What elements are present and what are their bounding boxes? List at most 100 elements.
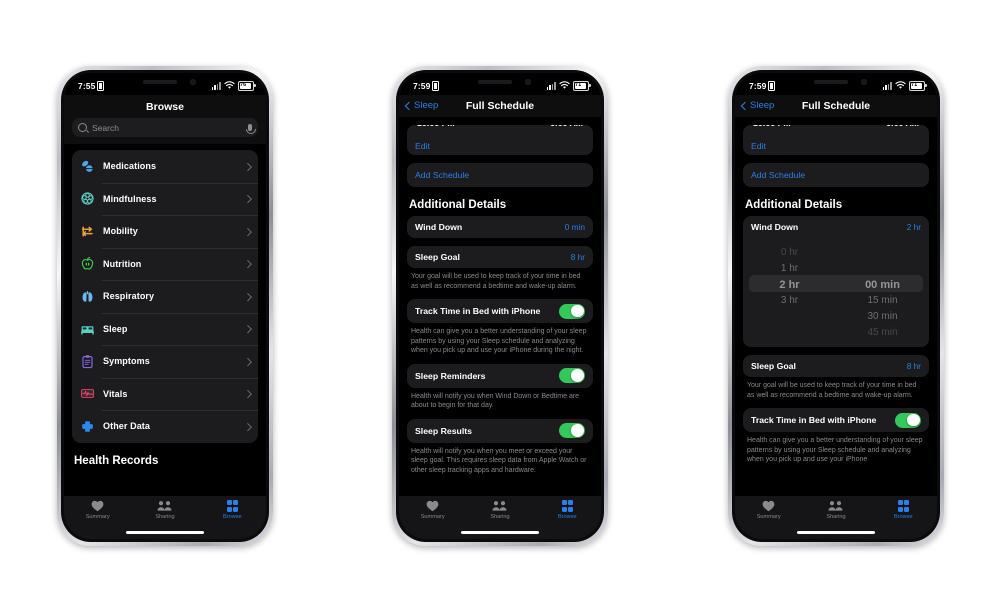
wifi-icon bbox=[224, 81, 235, 89]
schedule-scroll-area[interactable]: 10:00 PM 6:00 AM Edit Add Schedule Addit… bbox=[735, 125, 937, 500]
microphone-icon[interactable] bbox=[246, 124, 256, 134]
tab-sharing[interactable]: Sharing bbox=[466, 500, 533, 520]
tab-label: Browse bbox=[222, 513, 242, 520]
status-left: 7:59 bbox=[749, 80, 776, 91]
heart-icon bbox=[91, 500, 104, 512]
chevron-right-icon bbox=[243, 422, 252, 431]
tab-browse[interactable]: Browse bbox=[870, 500, 937, 520]
list-item-label: Vitals bbox=[103, 388, 128, 399]
heart-icon bbox=[426, 500, 439, 512]
nav-bar: Sleep Full Schedule bbox=[399, 95, 601, 117]
mindfulness-icon bbox=[80, 191, 95, 206]
picker-column-hours[interactable]: 0 hr 1 hr 2 hr 3 hr bbox=[743, 245, 836, 341]
list-item-medications[interactable]: Medications bbox=[72, 150, 258, 183]
picker-option bbox=[743, 325, 836, 341]
mobility-icon bbox=[80, 224, 95, 239]
sleep-results-row[interactable]: Sleep Results bbox=[407, 418, 593, 443]
page-title: Full Schedule bbox=[801, 100, 871, 112]
waketime-value: 6:00 AM bbox=[886, 125, 919, 128]
schedule-times-row-clipped[interactable]: 10:00 PM 6:00 AM bbox=[407, 125, 593, 134]
chevron-right-icon bbox=[243, 389, 252, 398]
picker-option[interactable]: 3 hr bbox=[743, 293, 836, 309]
track-time-row[interactable]: Track Time in Bed with iPhone bbox=[407, 299, 593, 323]
phone-bezel: 7:59 71 Sleep Full Schedule Edit Add Sch… bbox=[732, 70, 940, 542]
people-icon bbox=[157, 501, 172, 511]
phone-bezel: 7:59 71 Sleep Full Schedule Edit Add Sch… bbox=[396, 70, 604, 542]
list-item-label: Symptoms bbox=[103, 356, 150, 367]
sleep-goal-row[interactable]: Sleep Goal 8 hr bbox=[743, 355, 929, 377]
battery-charge-icon bbox=[768, 80, 776, 91]
cellular-signal-icon bbox=[546, 82, 556, 90]
list-item-nutrition[interactable]: Nutrition bbox=[72, 247, 258, 281]
track-time-footer: Health can give you a better understandi… bbox=[411, 328, 587, 354]
chevron-right-icon bbox=[243, 357, 252, 366]
people-icon bbox=[828, 501, 843, 511]
category-list: Medications Mindfulness Mobility Nutriti… bbox=[72, 150, 258, 443]
sleep-results-toggle[interactable] bbox=[559, 423, 585, 438]
search-input[interactable]: Search bbox=[72, 118, 258, 137]
picker-option[interactable]: 45 min bbox=[836, 325, 929, 341]
pills-icon bbox=[80, 159, 95, 174]
bed-icon bbox=[80, 321, 95, 336]
list-item-label: Respiratory bbox=[103, 291, 155, 302]
heartrate-icon bbox=[80, 386, 95, 401]
additional-details-header: Additional Details bbox=[409, 199, 507, 211]
list-item-label: Nutrition bbox=[103, 258, 142, 269]
picker-option[interactable]: 15 min bbox=[836, 293, 929, 309]
track-time-toggle[interactable] bbox=[895, 412, 921, 428]
tab-summary[interactable]: Summary bbox=[399, 500, 466, 520]
notch bbox=[788, 73, 884, 92]
page-title: Full Schedule bbox=[465, 100, 535, 112]
cellular-signal-icon bbox=[211, 82, 221, 90]
tab-sharing[interactable]: Sharing bbox=[131, 500, 198, 520]
sleep-goal-row[interactable]: Sleep Goal 8 hr bbox=[407, 246, 593, 268]
status-right: 71 bbox=[882, 80, 927, 91]
wind-down-row[interactable]: Wind Down 2 hr bbox=[743, 216, 929, 238]
add-schedule-label: Add Schedule bbox=[751, 170, 806, 180]
sleep-goal-footer: Your goal will be used to keep track of … bbox=[411, 273, 581, 290]
edit-button[interactable]: Edit bbox=[743, 134, 929, 155]
phone-screen: 7:55 76 Browse Search Medications Mindfu… bbox=[64, 73, 266, 539]
edit-button[interactable]: Edit bbox=[407, 134, 593, 155]
tab-browse[interactable]: Browse bbox=[534, 500, 601, 520]
waketime-value: 6:00 AM bbox=[550, 125, 583, 128]
phone-wind-down-picker: 7:59 71 Sleep Full Schedule Edit Add Sch… bbox=[728, 66, 944, 546]
picker-column-minutes[interactable]: 00 min 15 min 30 min 45 min bbox=[836, 245, 929, 341]
add-schedule-button[interactable]: Add Schedule bbox=[407, 163, 593, 187]
list-item-symptoms[interactable]: Symptoms bbox=[72, 345, 258, 378]
plus-cross-icon bbox=[80, 419, 95, 434]
picker-option[interactable]: 0 hr bbox=[743, 245, 836, 261]
sleep-reminders-row[interactable]: Sleep Reminders bbox=[407, 363, 593, 388]
track-time-row[interactable]: Track Time in Bed with iPhone bbox=[743, 408, 929, 432]
wind-down-row[interactable]: Wind Down 0 min bbox=[407, 216, 593, 238]
list-item-sleep[interactable]: Sleep bbox=[72, 312, 258, 346]
sleep-reminders-toggle[interactable] bbox=[559, 368, 585, 383]
track-time-toggle[interactable] bbox=[559, 303, 585, 319]
list-item-mobility[interactable]: Mobility bbox=[72, 215, 258, 248]
grid-icon bbox=[561, 500, 574, 512]
tab-browse[interactable]: Browse bbox=[199, 500, 266, 520]
tab-sharing[interactable]: Sharing bbox=[802, 500, 869, 520]
list-item-other-data[interactable]: Other Data bbox=[72, 410, 258, 443]
home-indicator[interactable] bbox=[126, 531, 204, 534]
tab-summary[interactable]: Summary bbox=[64, 500, 131, 520]
home-indicator[interactable] bbox=[461, 531, 539, 534]
schedule-times-row-clipped[interactable]: 10:00 PM 6:00 AM bbox=[743, 125, 929, 134]
wind-down-label: Wind Down bbox=[751, 222, 799, 232]
list-item-respiratory[interactable]: Respiratory bbox=[72, 280, 258, 313]
tab-summary[interactable]: Summary bbox=[735, 500, 802, 520]
schedule-times: 10:00 PM 6:00 AM bbox=[753, 125, 919, 128]
list-item-mindfulness[interactable]: Mindfulness bbox=[72, 182, 258, 216]
schedule-scroll-area[interactable]: 10:00 PM 6:00 AM Edit Add Schedule Addit… bbox=[399, 125, 601, 500]
nav-bar: Sleep Full Schedule bbox=[735, 95, 937, 117]
home-indicator[interactable] bbox=[797, 531, 875, 534]
battery-charge-icon bbox=[432, 80, 440, 91]
add-schedule-button[interactable]: Add Schedule bbox=[743, 163, 929, 187]
picker-option[interactable]: 30 min bbox=[836, 309, 929, 325]
wind-down-duration-picker[interactable]: 0 hr 1 hr 2 hr 3 hr 00 min 15 min bbox=[743, 238, 929, 347]
nav-back-row: Sleep Full Schedule bbox=[399, 95, 601, 117]
browse-scroll-area[interactable]: Medications Mindfulness Mobility Nutriti… bbox=[64, 150, 266, 500]
list-item-vitals[interactable]: Vitals bbox=[72, 377, 258, 411]
